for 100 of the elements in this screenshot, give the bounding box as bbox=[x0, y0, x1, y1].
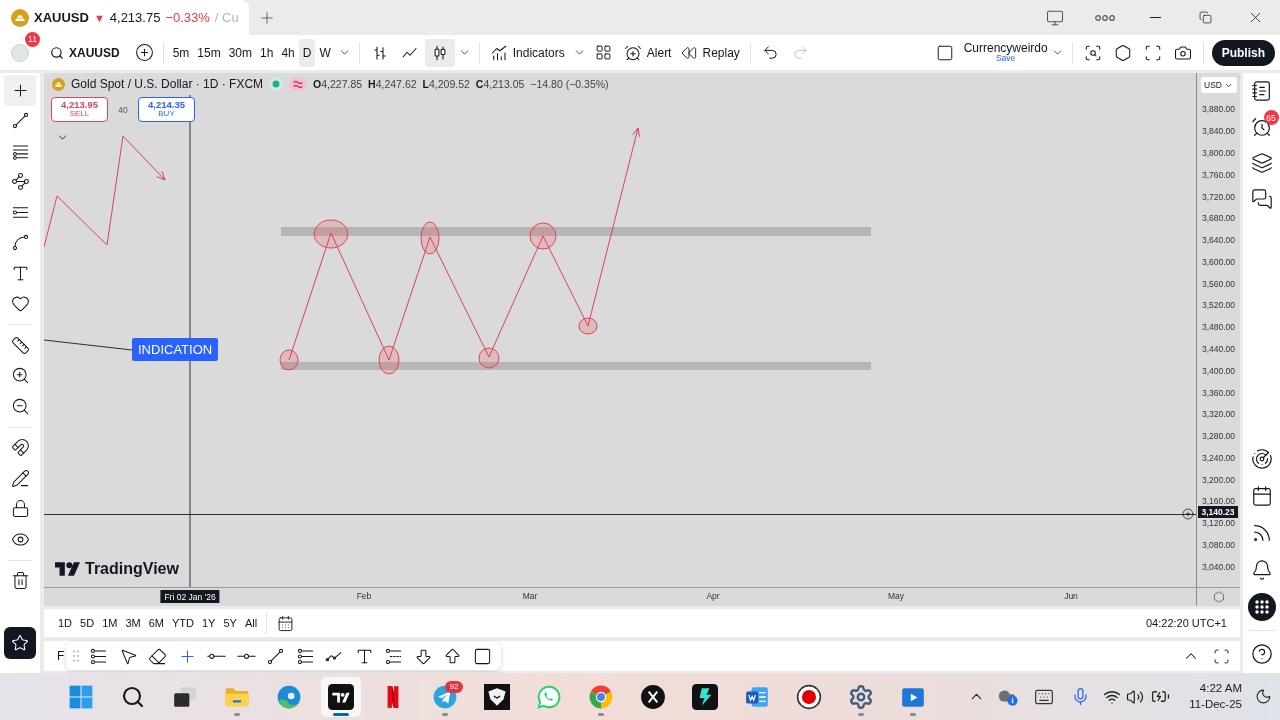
coin-icon bbox=[11, 8, 29, 27]
volume-icon bbox=[1126, 687, 1144, 706]
chart-canvas[interactable]: Gold Spot / U.S. Dollar · 1D · FXCM O4,227.85 H4,247.62 L4,209.52 C4,213.05 −14.80 (−0.35%) 4,213.95 SELL 40 4,214.35 BUY INDICATION TradingView bbox=[44, 73, 1196, 587]
segment-icon bbox=[236, 652, 256, 660]
taskbar-app-button[interactable]: 92 bbox=[425, 676, 465, 717]
sidebar-button[interactable]: 65 bbox=[1244, 109, 1279, 145]
range-button[interactable]: 6M bbox=[144, 612, 168, 634]
logo-text: TradingView bbox=[85, 560, 179, 578]
down-arrow: ▼ bbox=[93, 11, 105, 24]
plus-circle-icon[interactable] bbox=[1182, 508, 1194, 520]
gear-icon bbox=[848, 683, 874, 710]
sell-button[interactable]: 4,213.95 SELL bbox=[51, 97, 108, 122]
range-button[interactable]: YTD bbox=[167, 612, 198, 634]
interval-button[interactable]: W bbox=[315, 38, 335, 67]
price-label: 3,680.00 bbox=[1201, 214, 1236, 224]
restore-icon bbox=[1198, 11, 1212, 24]
price-label: 3,240.00 bbox=[1201, 453, 1236, 463]
range-button[interactable]: All bbox=[240, 612, 262, 634]
clock-time[interactable]: 4:22 AM bbox=[1199, 681, 1242, 697]
interval-button[interactable]: 4h bbox=[277, 38, 299, 67]
heart-icon bbox=[10, 294, 30, 314]
time-label: Mar bbox=[522, 591, 538, 601]
drawing-tool-button[interactable] bbox=[4, 75, 36, 106]
app-badge: 92 bbox=[445, 680, 463, 693]
search-icon bbox=[50, 45, 64, 60]
range-button[interactable]: 1Y bbox=[197, 612, 220, 634]
price-label: 3,880.00 bbox=[1201, 105, 1236, 115]
time-label: Jun bbox=[1064, 591, 1078, 601]
clock-text[interactable]: 04:22:20 UTC+1 bbox=[1145, 617, 1227, 629]
range-button[interactable]: 3M bbox=[121, 612, 145, 634]
shield-logo-icon bbox=[484, 683, 510, 710]
price-label: 3,560.00 bbox=[1201, 279, 1236, 289]
coin-icon bbox=[52, 77, 65, 91]
tab-symbol: XAUUSD bbox=[34, 10, 89, 25]
channel-icon bbox=[384, 646, 404, 666]
interval-button[interactable]: 30m bbox=[224, 38, 257, 67]
interval-button[interactable]: 1h bbox=[256, 38, 278, 67]
tab-change: −0.33% bbox=[165, 10, 210, 25]
lock-icon bbox=[10, 499, 30, 519]
alert-count-badge: 65 bbox=[1263, 110, 1279, 125]
symbol-search-button[interactable]: XAUUSD bbox=[46, 38, 124, 67]
tab-price: 4,213.75 bbox=[109, 10, 161, 25]
spread-value: 40 bbox=[117, 104, 129, 115]
interval-button[interactable]: 5m bbox=[168, 38, 194, 67]
range-button[interactable]: 1M bbox=[98, 612, 122, 634]
replay-button[interactable]: Replay bbox=[676, 38, 745, 67]
save-link[interactable]: Save bbox=[995, 54, 1016, 64]
indicators-button[interactable]: Indicators bbox=[484, 38, 570, 67]
calendar-icon bbox=[276, 614, 294, 632]
price-label: 3,040.00 bbox=[1201, 562, 1236, 572]
ellipse-marker bbox=[313, 219, 349, 249]
range-button[interactable]: 5D bbox=[76, 612, 99, 634]
alert-button[interactable]: Alert bbox=[618, 38, 677, 67]
plus-circle-icon bbox=[135, 43, 155, 62]
range-button[interactable]: 5Y bbox=[219, 612, 241, 634]
taskbar-app-button[interactable] bbox=[321, 676, 361, 717]
four-squares-icon bbox=[68, 683, 94, 710]
record-icon bbox=[796, 683, 822, 710]
browser-logo-icon bbox=[588, 683, 614, 710]
chart-title[interactable]: Gold Spot / U.S. Dollar · 1D · FXCM bbox=[71, 77, 264, 91]
favorites-button[interactable] bbox=[4, 627, 36, 659]
interval-button[interactable]: D bbox=[298, 38, 316, 67]
currency-selector[interactable]: USD bbox=[1200, 77, 1237, 93]
dots-grid-icon bbox=[1247, 592, 1276, 621]
fib-lines-icon bbox=[89, 646, 109, 666]
time-label: May bbox=[887, 591, 905, 601]
price-label: 3,200.00 bbox=[1201, 475, 1236, 485]
wave-badge-icon bbox=[289, 77, 308, 91]
ohlc-value: C4,213.05 bbox=[475, 78, 525, 90]
ohlc-value: L4,209.52 bbox=[422, 78, 470, 90]
ray-icon bbox=[207, 652, 227, 660]
crosshair-price: 3,140.23 bbox=[1198, 506, 1238, 518]
trend-line-icon bbox=[266, 646, 286, 666]
crosshair-date: Fri 02 Jan '26 bbox=[160, 590, 220, 603]
moon-icon bbox=[1254, 688, 1272, 705]
curve-icon bbox=[10, 233, 30, 253]
price-label: 3,520.00 bbox=[1201, 301, 1236, 311]
camera-icon bbox=[1173, 43, 1192, 62]
layout-name[interactable]: Currencyweirdo bbox=[963, 41, 1048, 55]
x-logo-icon bbox=[640, 683, 666, 710]
ellipse-marker bbox=[478, 347, 500, 369]
parallel-lines-icon bbox=[295, 646, 315, 666]
indicators-icon bbox=[489, 43, 508, 62]
indication-label: INDICATION bbox=[132, 338, 219, 361]
price-label: 3,800.00 bbox=[1201, 148, 1236, 158]
clock-date[interactable]: 11-Dec-25 bbox=[1189, 696, 1242, 712]
chart-tab[interactable]: XAUUSD ▼ 4,213.75 −0.33% / Cu bbox=[0, 0, 249, 35]
ellipse-marker bbox=[279, 349, 299, 371]
ohlc-value: H4,247.62 bbox=[368, 78, 417, 90]
chart-logo-icon bbox=[328, 683, 354, 710]
chart-type-button[interactable] bbox=[424, 38, 455, 67]
range-button[interactable]: 1D bbox=[54, 612, 77, 634]
tab-description: / Cu bbox=[214, 10, 239, 25]
interval-button[interactable]: 15m bbox=[193, 38, 225, 67]
publish-button[interactable]: Publish bbox=[1211, 39, 1275, 66]
notebook-icon bbox=[1250, 80, 1273, 102]
pattern-icon bbox=[10, 172, 30, 192]
buy-button[interactable]: 4,214.35 BUY bbox=[138, 97, 195, 122]
eraser-icon bbox=[148, 646, 168, 666]
trend-line-icon bbox=[10, 111, 30, 131]
